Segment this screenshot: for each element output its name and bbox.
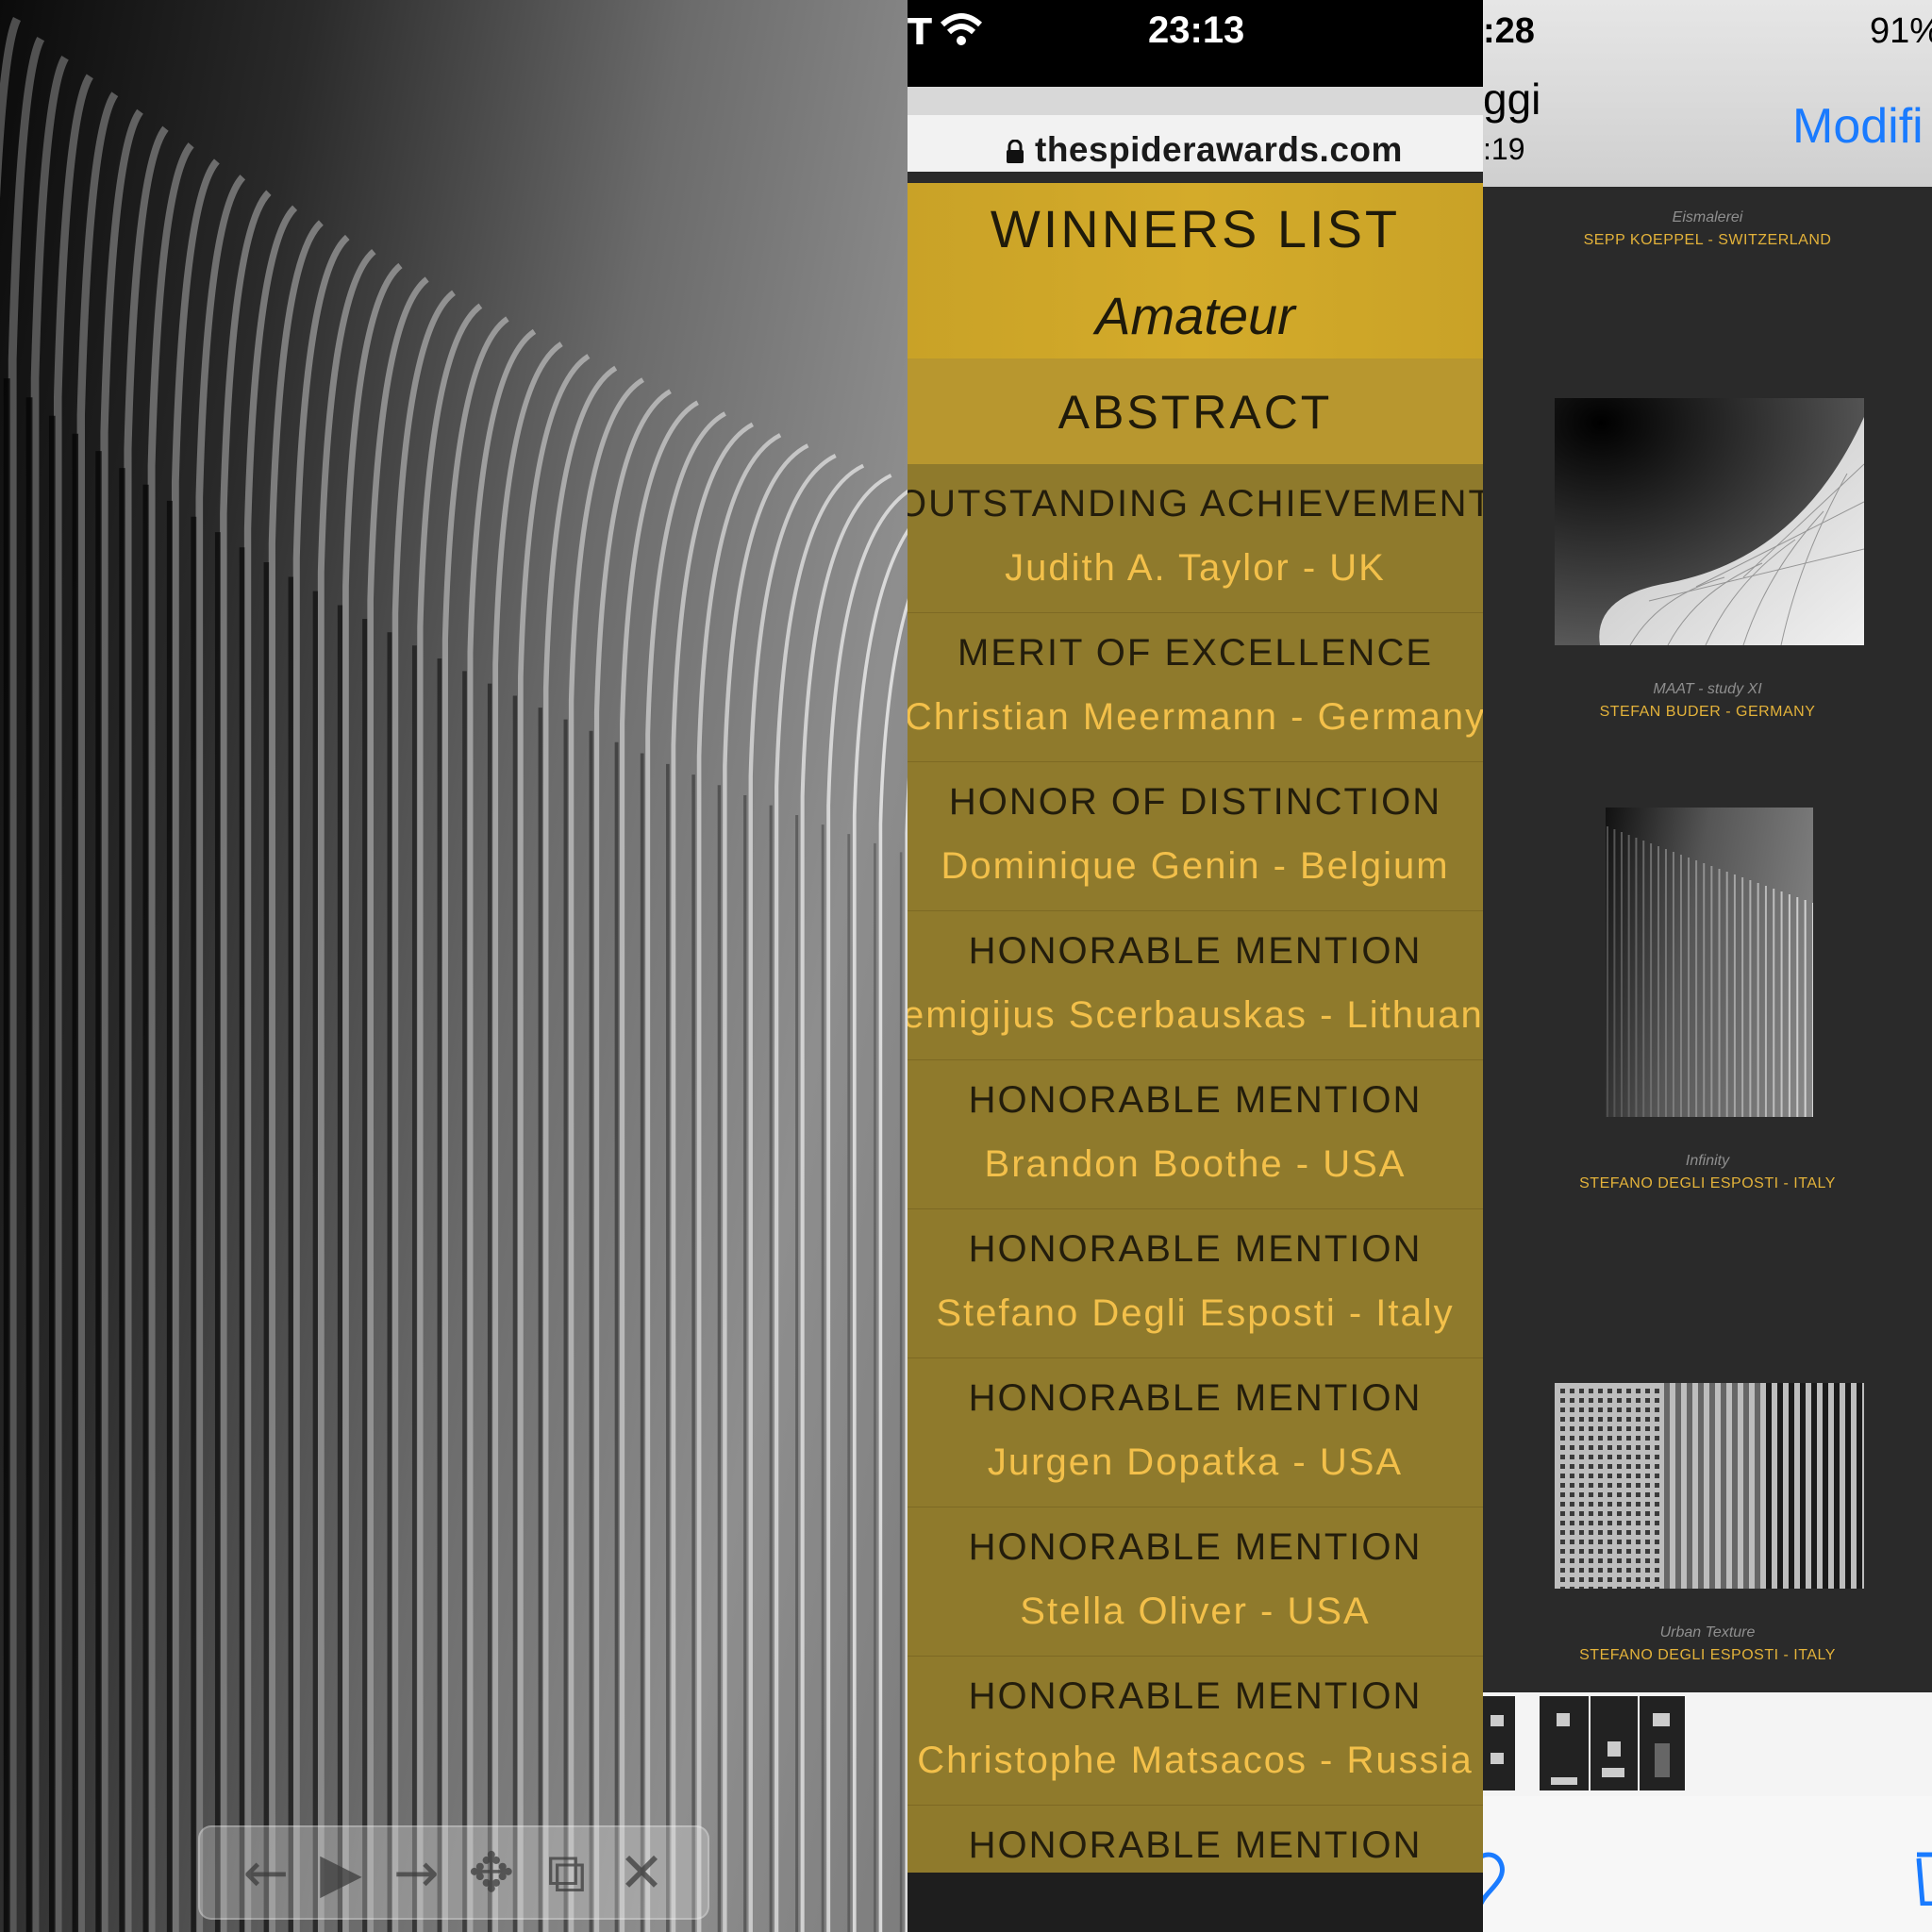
viewer-toolbar: ← ▶ → ✥ ⧉ ✕ bbox=[198, 1825, 709, 1920]
url-text[interactable]: thespiderawards.com bbox=[1035, 130, 1403, 170]
photos-toolbar bbox=[1483, 1796, 1932, 1932]
heart-icon[interactable] bbox=[1483, 1849, 1517, 1906]
award-label: HONORABLE MENTION bbox=[968, 1824, 1423, 1866]
battery-label: 91% bbox=[1870, 11, 1932, 51]
photo-thumbnail[interactable] bbox=[1606, 808, 1813, 1117]
entry-author: STEFAN BUDER - GERMANY bbox=[1599, 704, 1816, 720]
category-label: ABSTRACT bbox=[1058, 386, 1333, 439]
resize-icon[interactable]: ⧉ bbox=[537, 1845, 595, 1900]
winner-name[interactable]: Dominique Genin - Belgium bbox=[908, 845, 1483, 888]
winner-name[interactable]: Brandon Boothe - USA bbox=[908, 1143, 1483, 1186]
winner-name[interactable]: Jurgen Dopatka - USA bbox=[908, 1441, 1483, 1484]
filmstrip-thumbnail[interactable] bbox=[1640, 1696, 1685, 1790]
winner-name[interactable]: Stella Oliver - USA bbox=[908, 1591, 1483, 1633]
award-label: HONORABLE MENTION bbox=[968, 1079, 1423, 1121]
status-time: 23:13 bbox=[1148, 9, 1245, 51]
award-label: HONORABLE MENTION bbox=[968, 1526, 1423, 1568]
winner-name[interactable]: Christophe Matsacos - Russia bbox=[908, 1740, 1483, 1782]
list-item[interactable]: HONOR OF DISTINCTION Dominique Genin - B… bbox=[908, 762, 1483, 911]
photo-filmstrip[interactable] bbox=[1483, 1692, 1932, 1796]
arrow-left-icon[interactable]: ← bbox=[237, 1845, 295, 1900]
entry-title: Urban Texture bbox=[1659, 1624, 1756, 1641]
entry-author: SEPP KOEPPEL - SWITZERLAND bbox=[1583, 232, 1832, 248]
category-heading: ABSTRACT bbox=[908, 358, 1483, 464]
close-icon[interactable]: ✕ bbox=[612, 1845, 671, 1900]
arrow-right-icon[interactable]: → bbox=[387, 1845, 445, 1900]
award-label: MERIT OF EXCELLENCE bbox=[957, 632, 1434, 674]
edit-button[interactable]: Modifi bbox=[1792, 98, 1924, 155]
winner-name[interactable]: Christian Meermann - Germany bbox=[908, 696, 1483, 739]
divider bbox=[908, 172, 1483, 183]
browser-bottom-bar bbox=[908, 1873, 1483, 1932]
status-time: :28 bbox=[1483, 11, 1535, 51]
photo-thumbnail[interactable] bbox=[1555, 398, 1864, 645]
page-title: WINNERS LIST bbox=[990, 199, 1401, 258]
award-label: HONORABLE MENTION bbox=[968, 930, 1423, 972]
photo-viewer-panel: ← ▶ → ✥ ⧉ ✕ bbox=[0, 0, 908, 1932]
entry-author: STEFANO DEGLI ESPOSTI - ITALY bbox=[1579, 1175, 1836, 1191]
entry-title: Eismalerei bbox=[1672, 209, 1743, 225]
wifi-icon bbox=[938, 11, 985, 53]
carrier-label: T bbox=[908, 11, 932, 53]
list-item[interactable]: HONORABLE MENTION Stefano Degli Esposti … bbox=[908, 1209, 1483, 1358]
list-item[interactable]: HONORABLE MENTION Christophe Matsacos - … bbox=[908, 1657, 1483, 1806]
website-panel: T 23:13 thespiderawards.com WINNERS LIST… bbox=[908, 0, 1483, 1932]
header-title: ggi bbox=[1483, 75, 1541, 124]
page-subtitle: Amateur bbox=[1095, 286, 1295, 345]
filmstrip-thumbnail[interactable] bbox=[1540, 1696, 1589, 1790]
award-label: OUTSTANDING ACHIEVEMENT bbox=[908, 483, 1483, 525]
winners-list: OUTSTANDING ACHIEVEMENT Judith A. Taylor… bbox=[908, 464, 1483, 1932]
header-subtitle: :19 bbox=[1483, 132, 1525, 166]
move-icon[interactable]: ✥ bbox=[462, 1845, 521, 1900]
photo-thumbnail[interactable] bbox=[1555, 1383, 1864, 1589]
status-bar: T 23:13 bbox=[908, 0, 1483, 87]
entry-author: STEFANO DEGLI ESPOSTI - ITALY bbox=[1579, 1647, 1836, 1663]
winner-name[interactable]: Stefano Degli Esposti - Italy bbox=[908, 1292, 1483, 1335]
architecture-photo bbox=[0, 16, 908, 1932]
filmstrip-thumbnail[interactable] bbox=[1591, 1696, 1638, 1790]
list-item[interactable]: HONORABLE MENTION Remigijus Scerbauskas … bbox=[908, 911, 1483, 1060]
filmstrip-thumbnail[interactable] bbox=[1483, 1696, 1515, 1790]
trash-icon[interactable] bbox=[1915, 1849, 1932, 1906]
winner-name[interactable]: Judith A. Taylor - UK bbox=[908, 547, 1483, 590]
list-item[interactable]: HONORABLE MENTION Brandon Boothe - USA bbox=[908, 1060, 1483, 1209]
lock-icon bbox=[1007, 140, 1024, 163]
award-label: HONORABLE MENTION bbox=[968, 1228, 1423, 1270]
winners-header: WINNERS LIST Amateur bbox=[908, 183, 1483, 358]
award-label: HONORABLE MENTION bbox=[968, 1675, 1423, 1717]
list-item[interactable]: OUTSTANDING ACHIEVEMENT Judith A. Taylor… bbox=[908, 464, 1483, 613]
award-label: HONOR OF DISTINCTION bbox=[948, 781, 1442, 823]
list-item[interactable]: MERIT OF EXCELLENCE Christian Meermann -… bbox=[908, 613, 1483, 762]
photos-header: :28 91% ggi :19 Modifi bbox=[1483, 0, 1932, 187]
play-icon[interactable]: ▶ bbox=[311, 1845, 370, 1900]
photos-app-panel: :28 91% ggi :19 Modifi Eismalerei SEPP K… bbox=[1483, 0, 1932, 1932]
browser-address-bar: thespiderawards.com bbox=[908, 87, 1483, 181]
winner-name[interactable]: Remigijus Scerbauskas - Lithuania bbox=[908, 994, 1483, 1037]
list-item[interactable]: HONORABLE MENTION Jurgen Dopatka - USA bbox=[908, 1358, 1483, 1507]
entry-title: MAAT - study XI bbox=[1653, 681, 1762, 697]
award-label: HONORABLE MENTION bbox=[968, 1377, 1423, 1419]
list-item[interactable]: HONORABLE MENTION Stella Oliver - USA bbox=[908, 1507, 1483, 1657]
entry-title: Infinity bbox=[1685, 1153, 1730, 1169]
